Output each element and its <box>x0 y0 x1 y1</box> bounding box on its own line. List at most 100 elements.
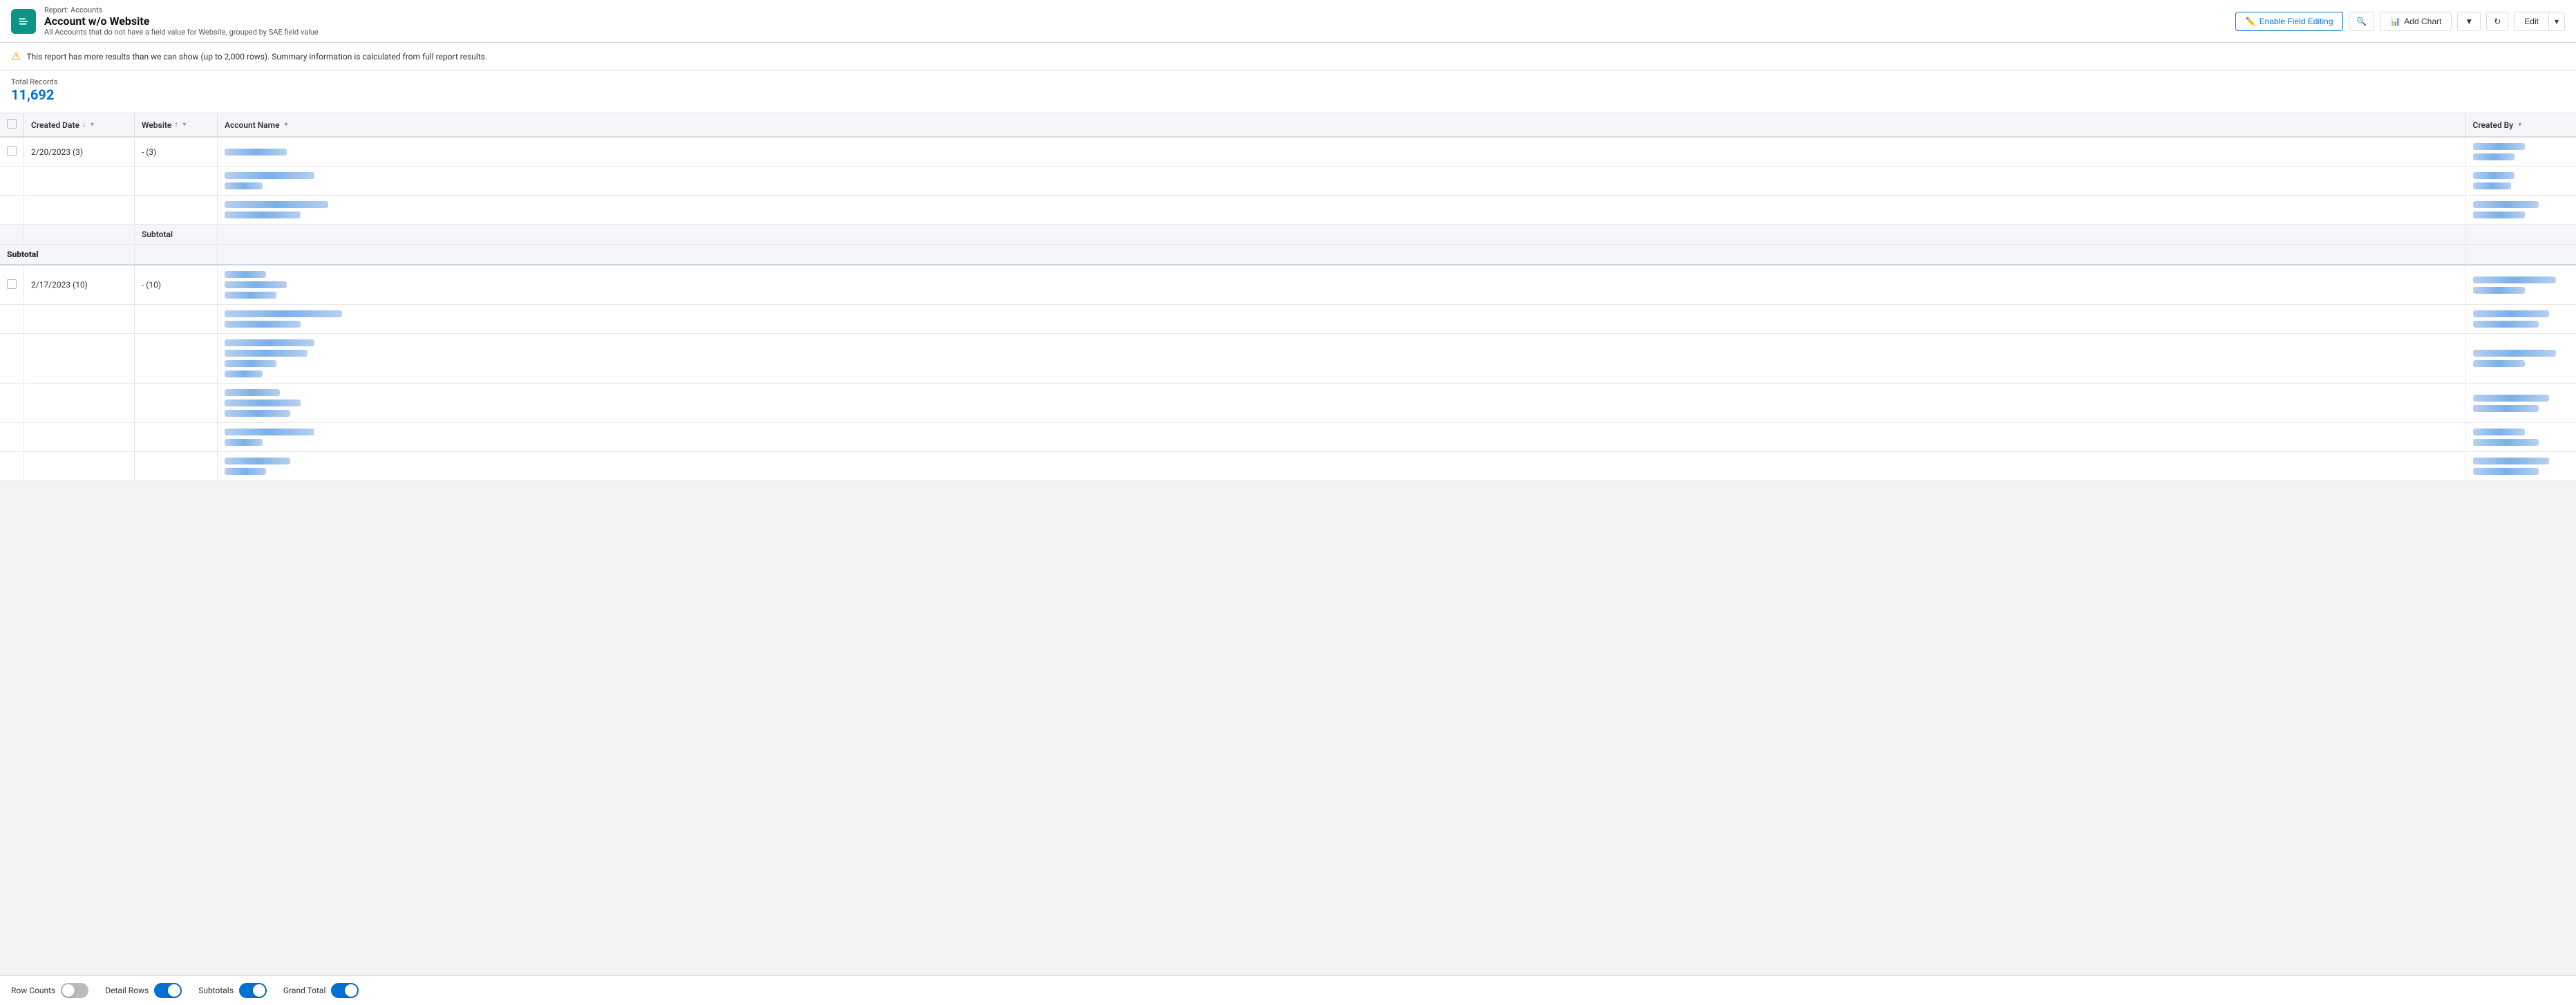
created-by-cell-2 <box>2465 167 2576 196</box>
blur-block <box>225 439 263 446</box>
row-checkbox-cell <box>0 334 24 384</box>
row-counts-toggle[interactable] <box>61 983 88 998</box>
col-website-header[interactable]: Website ↑ ▾ <box>135 113 218 137</box>
blur-block <box>225 370 263 377</box>
row-checkbox-cell <box>0 384 24 423</box>
row-checkbox-cell <box>0 137 24 167</box>
row-checkbox-cell <box>0 305 24 334</box>
blurred-created-by <box>2473 200 2570 219</box>
blur-block <box>225 292 276 299</box>
blur-block <box>225 410 290 417</box>
detail-rows-toggle[interactable] <box>154 983 182 998</box>
blurred-created-by <box>2473 394 2570 413</box>
blur-block <box>2473 276 2556 283</box>
enable-field-editing-button[interactable]: ✏️ Enable Field Editing <box>2235 12 2344 31</box>
blur-block <box>225 339 314 346</box>
refresh-button[interactable]: ↻ <box>2486 12 2508 31</box>
empty-website-cell <box>135 305 218 334</box>
account-name-cell-g2-5 <box>218 423 2466 452</box>
blur-block <box>225 172 314 179</box>
blur-block <box>2473 350 2556 357</box>
chevron-down-icon: ▾ <box>2555 17 2559 26</box>
grand-subtotal-row: Subtotal <box>0 245 2576 265</box>
header-checkbox[interactable] <box>7 119 17 129</box>
blur-block <box>2473 429 2525 435</box>
account-name-cell-g2-3 <box>218 334 2466 384</box>
created-by-filter-button[interactable]: ▾ <box>2516 120 2523 129</box>
stats-section: Total Records 11,692 <box>0 71 2576 113</box>
blurred-account-name <box>225 148 2459 156</box>
edit-dropdown-arrow[interactable]: ▾ <box>2548 12 2565 31</box>
blurred-created-by <box>2473 142 2570 161</box>
detail-rows-toggle-group: Detail Rows <box>105 983 182 998</box>
blur-block <box>225 429 314 435</box>
warning-banner: ⚠ This report has more results than we c… <box>0 43 2576 71</box>
blurred-account-name <box>225 171 2459 190</box>
website-filter-button[interactable]: ▾ <box>180 120 188 129</box>
blur-block <box>225 212 301 218</box>
subtotal-label: Subtotal <box>142 229 173 239</box>
created-by-cell-g2-4 <box>2465 384 2576 423</box>
add-chart-button[interactable]: 📊 Add Chart <box>2380 12 2452 31</box>
page-header: Report: Accounts Account w/o Website All… <box>0 0 2576 43</box>
blur-block <box>2473 321 2539 328</box>
report-label: Report: Accounts <box>44 6 2227 15</box>
warning-icon: ⚠ <box>11 50 21 63</box>
blur-block <box>225 182 263 189</box>
group-date-cell-2: 2/17/2023 (10) <box>24 265 135 305</box>
page-title: Account w/o Website <box>44 15 2227 28</box>
account-name-cell-2 <box>218 167 2466 196</box>
empty-date-cell <box>24 384 135 423</box>
group-date-value: 2/20/2023 (3) <box>31 147 83 157</box>
empty-date-cell <box>24 334 135 384</box>
total-records-label: Total Records <box>11 77 2565 86</box>
row-checkbox[interactable] <box>7 279 17 289</box>
edit-button[interactable]: Edit <box>2514 12 2548 31</box>
blur-block <box>225 321 301 328</box>
subtotals-toggle[interactable] <box>239 983 267 998</box>
created-by-cell-g2-6 <box>2465 452 2576 481</box>
subtotal-row: Subtotal <box>0 225 2576 245</box>
blur-block <box>2473 212 2525 218</box>
empty-website-cell <box>135 167 218 196</box>
report-table-container: Created Date ↓ ▾ Website ↑ ▾ <box>0 113 2576 481</box>
blur-block <box>2473 310 2549 317</box>
col-created-by-header[interactable]: Created By ▾ <box>2465 113 2576 137</box>
sort-desc-icon: ↓ <box>82 121 86 129</box>
grand-subtotal-empty <box>135 245 218 265</box>
account-name-cell-3 <box>218 196 2466 225</box>
table-row <box>0 196 2576 225</box>
blurred-account-name <box>225 388 2459 417</box>
header-actions: ✏️ Enable Field Editing 🔍 📊 Add Chart ▼ … <box>2235 12 2565 31</box>
search-button[interactable]: 🔍 <box>2349 12 2374 31</box>
empty-website-cell <box>135 196 218 225</box>
total-records-value: 11,692 <box>11 86 2565 103</box>
col-account-name-header[interactable]: Account Name ▾ <box>218 113 2466 137</box>
blur-block <box>2473 182 2511 189</box>
empty-date-cell <box>24 196 135 225</box>
row-checkbox[interactable] <box>7 146 17 156</box>
col-created-date-label: Created Date <box>31 120 79 130</box>
group-website-value-2: - (10) <box>142 280 161 290</box>
grand-subtotal-label-cell: Subtotal <box>0 245 135 265</box>
blur-block <box>225 310 342 317</box>
row-checkbox-cell <box>0 452 24 481</box>
grand-subtotal-created <box>2465 245 2576 265</box>
created-date-filter-button[interactable]: ▾ <box>88 120 96 129</box>
blurred-created-by <box>2473 428 2570 447</box>
group-website-cell-2: - (10) <box>135 265 218 305</box>
empty-website-cell <box>135 384 218 423</box>
subtotal-checkbox-cell <box>0 225 24 245</box>
grand-total-toggle[interactable] <box>331 983 359 998</box>
toggle-knob <box>168 984 180 997</box>
blurred-account-name <box>225 310 2459 328</box>
col-created-date-header[interactable]: Created Date ↓ ▾ <box>24 113 135 137</box>
blur-block <box>225 468 266 475</box>
filter-button[interactable]: ▼ <box>2457 12 2481 31</box>
empty-date-cell <box>24 452 135 481</box>
empty-website-cell <box>135 423 218 452</box>
col-account-name-label: Account Name <box>225 120 280 130</box>
blur-block <box>225 360 276 367</box>
account-name-filter-button[interactable]: ▾ <box>283 120 290 129</box>
subtotal-website-cell: Subtotal <box>135 225 218 245</box>
